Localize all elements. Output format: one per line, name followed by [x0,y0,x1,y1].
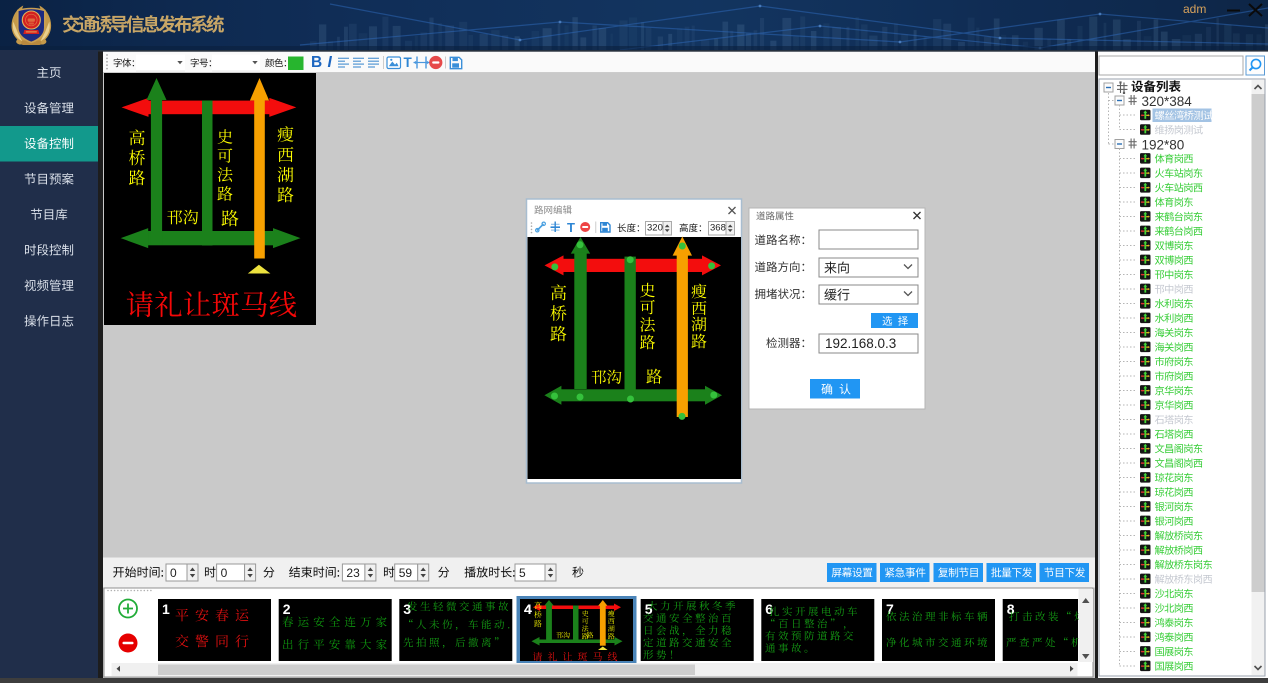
svg-text:0: 0 [170,566,177,580]
svg-text:5: 5 [519,566,526,580]
svg-text:320*384: 320*384 [1142,94,1193,109]
svg-text:8: 8 [1007,601,1015,617]
svg-text:B: B [311,54,322,71]
svg-text:192*80: 192*80 [1142,138,1185,153]
svg-text:7: 7 [886,601,894,617]
svg-text:T: T [404,55,413,70]
svg-text:368: 368 [710,223,726,234]
svg-text:3: 3 [403,601,411,617]
svg-text:0: 0 [221,566,228,580]
svg-text:adm: adm [1183,2,1206,16]
svg-text:1: 1 [162,601,170,617]
svg-text:T: T [567,220,575,235]
svg-text:59: 59 [399,566,413,580]
svg-text:2: 2 [283,601,291,617]
svg-text:23: 23 [346,566,360,580]
svg-text:192.168.0.3: 192.168.0.3 [825,336,896,351]
svg-text:I: I [328,54,333,71]
svg-text:4: 4 [524,601,532,617]
svg-text:320: 320 [647,223,663,234]
